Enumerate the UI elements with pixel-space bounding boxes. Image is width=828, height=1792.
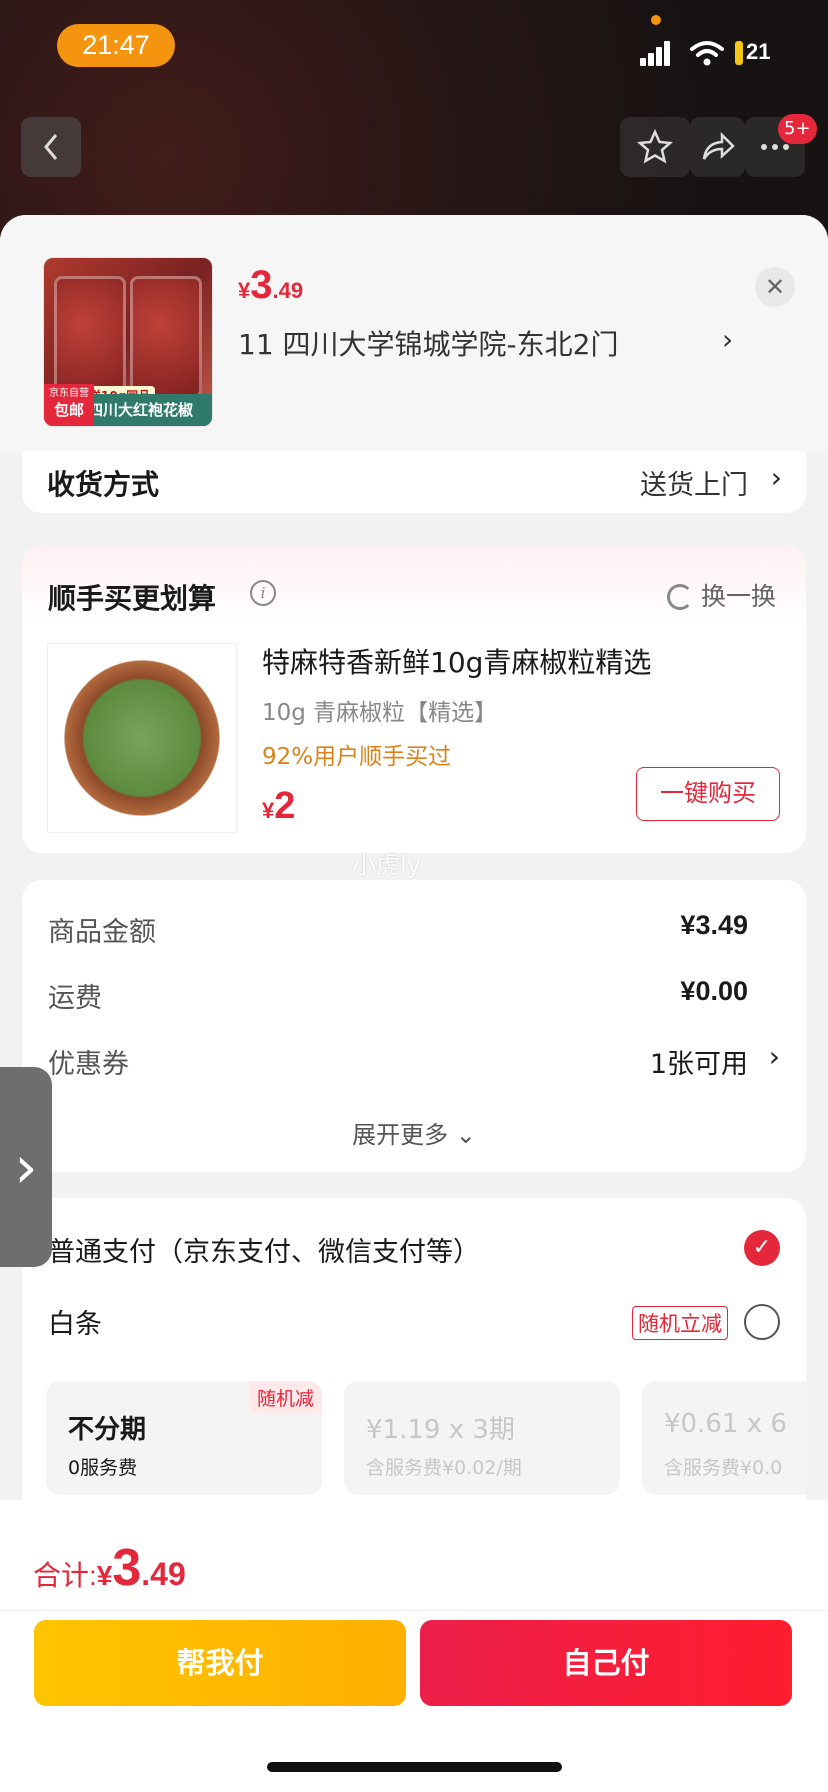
wifi-icon (690, 41, 724, 66)
installment-corner-tag: 随机减 (248, 1381, 322, 1414)
payment-option-normal[interactable]: 普通支付（京东支付、微信支付等） (48, 1230, 480, 1269)
chevron-right-icon: › (770, 461, 782, 494)
sheet-header: 送10g同品 四川大红袍花椒 京东自营包邮 ¥3.49 11 四川大学锦城学院-… (0, 215, 828, 451)
random-discount-tag: 随机立减 (632, 1306, 728, 1340)
summary-row-coupon[interactable]: 优惠券 1张可用 › (48, 1040, 784, 1081)
favorite-button[interactable] (620, 117, 690, 177)
back-button[interactable] (21, 117, 81, 177)
order-summary-card: 商品金额 ¥3.49 运费 ¥0.00 优惠券 1张可用 › 展开更多 ⌄ (22, 880, 806, 1172)
installment-subtitle: 含服务费¥0.0 (664, 1457, 783, 1479)
delivery-method-value: 送货上门 (640, 470, 748, 501)
more-dots-icon (761, 144, 789, 150)
status-bar: 21:47 21 (0, 0, 828, 95)
refresh-icon (666, 584, 693, 610)
share-icon (702, 131, 735, 160)
swap-button[interactable]: 换一换 (666, 577, 776, 613)
checkout-footer: 合计:¥3.49 帮我付 自己付 (0, 1500, 828, 1792)
add-on-card: 顺手买更划算 i 换一换 特麻特香新鲜10g青麻椒粒精选 10g 青麻椒粒【精选… (22, 545, 806, 853)
installment-option-none[interactable]: 随机减 不分期 0服务费 (46, 1381, 322, 1495)
installment-title: ¥0.61 x 6 (664, 1409, 787, 1439)
add-on-title: 顺手买更划算 (48, 582, 217, 615)
chevron-right-icon: › (768, 1040, 780, 1073)
share-button[interactable] (690, 117, 745, 177)
installment-option-6[interactable]: ¥0.61 x 6 含服务费¥0.0 (642, 1381, 806, 1495)
add-on-product-image[interactable] (47, 643, 237, 833)
side-drawer-handle[interactable]: › (0, 1067, 52, 1267)
payment-option-baitiao[interactable]: 白条 (48, 1302, 102, 1341)
add-on-price: ¥2 (262, 785, 296, 827)
radio-checked-icon[interactable]: ✓ (744, 1230, 780, 1266)
thumbnail-shipping-tag: 京东自营 包邮 (44, 384, 94, 426)
order-total: 合计:¥3.49 (33, 1539, 186, 1597)
add-on-product-name[interactable]: 特麻特香新鲜10g青麻椒粒精选 (262, 641, 651, 681)
add-on-product-spec: 10g 青麻椒粒【精选】 (262, 700, 498, 726)
message-badge: 5+ (778, 114, 817, 144)
info-icon[interactable]: i (250, 580, 276, 606)
chevron-left-icon (44, 134, 58, 160)
header-price: ¥3.49 (238, 263, 304, 307)
help-me-pay-button[interactable]: 帮我付 (34, 1620, 406, 1706)
footer-divider (0, 1610, 828, 1611)
delivery-method-label: 收货方式 (47, 468, 160, 501)
close-button[interactable]: ✕ (755, 267, 795, 307)
installment-subtitle: 含服务费¥0.02/期 (366, 1457, 522, 1479)
installment-subtitle: 0服务费 (68, 1457, 138, 1479)
one-click-buy-button[interactable]: 一键购买 (636, 767, 780, 821)
installment-option-3[interactable]: ¥1.19 x 3期 含服务费¥0.02/期 (344, 1381, 620, 1495)
cellular-signal-icon (640, 40, 670, 66)
chevron-right-icon[interactable]: › (722, 323, 733, 356)
product-thumbnail[interactable]: 送10g同品 四川大红袍花椒 京东自营包邮 (43, 257, 213, 427)
chevron-down-icon: ⌄ (455, 1121, 476, 1149)
home-indicator (267, 1762, 562, 1772)
delivery-address[interactable]: 11 四川大学锦城学院-东北2门 (238, 323, 618, 363)
summary-row-shipping: 运费 ¥0.00 (48, 976, 748, 1014)
installment-title: ¥1.19 x 3期 (366, 1415, 515, 1445)
pay-myself-button[interactable]: 自己付 (420, 1620, 792, 1706)
watermark: 小虎ly (352, 851, 421, 879)
privacy-indicator-dot (651, 15, 661, 25)
summary-row-subtotal: 商品金额 ¥3.49 (48, 910, 748, 948)
status-time: 21:47 (57, 24, 175, 67)
battery-icon: 21 (735, 38, 775, 66)
radio-unchecked-icon[interactable] (744, 1304, 780, 1340)
expand-more-button[interactable]: 展开更多 ⌄ (22, 1115, 806, 1150)
chevron-right-icon: › (14, 1133, 38, 1201)
add-on-purchase-stat: 92%用户顺手买过 (262, 744, 452, 770)
star-icon (637, 129, 673, 164)
installment-title: 不分期 (68, 1415, 147, 1445)
